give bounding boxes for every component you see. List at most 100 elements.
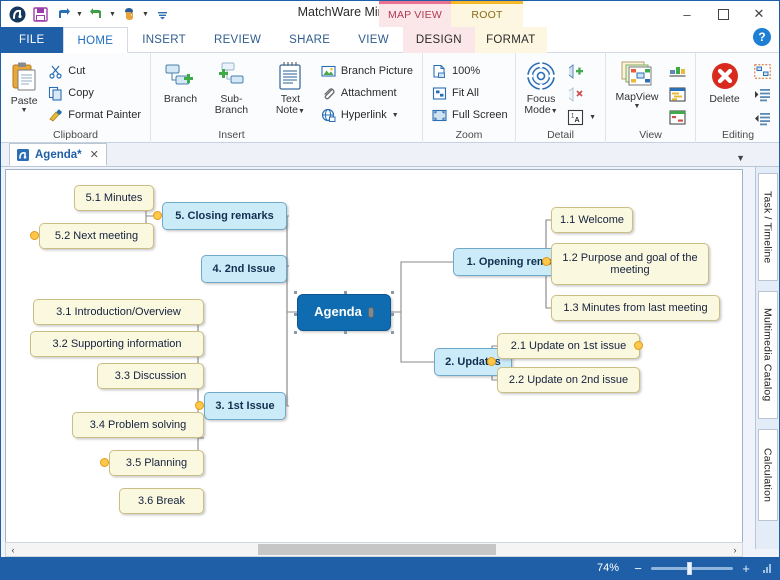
select-mode-dropdown-icon[interactable]: ▼: [141, 3, 150, 25]
tab-format[interactable]: FORMAT: [474, 27, 547, 53]
undo-icon[interactable]: [52, 3, 74, 25]
numbering-dropdown-icon[interactable]: ▼: [589, 114, 596, 121]
tab-share[interactable]: SHARE: [275, 27, 344, 53]
timeline-view-button[interactable]: [666, 107, 689, 127]
right-side-panel-strip: Task / Timeline Multimedia Catalog Calcu…: [755, 167, 779, 549]
subbranch-label: 5.2 Next meeting: [54, 229, 139, 242]
indent-button[interactable]: [751, 85, 774, 105]
tab-insert[interactable]: INSERT: [128, 27, 200, 53]
document-tab-close-icon[interactable]: ✕: [90, 148, 99, 161]
mindmap-subbranch-1-2[interactable]: 1.2 Purpose and goal of the meeting: [551, 243, 709, 285]
status-bar: 74% − +: [1, 557, 779, 579]
mindview-application-window: ▼ ▼ ▼ MatchWare MAP VIEW ROOT – ✕ FILE H…: [0, 0, 780, 580]
zoom-slider-thumb[interactable]: [687, 561, 692, 575]
mindmap-subbranch-3-2[interactable]: 3.2 Supporting information: [30, 331, 204, 357]
cut-button[interactable]: Cut: [45, 61, 144, 81]
zoom-slider[interactable]: [651, 561, 733, 575]
save-icon[interactable]: [29, 3, 51, 25]
resize-grip-icon[interactable]: [763, 563, 771, 573]
outdent-button[interactable]: [751, 109, 774, 129]
customize-qat-icon[interactable]: [151, 3, 173, 25]
numbering-icon: 1 A: [567, 109, 584, 126]
mindmap-subbranch-3-5[interactable]: 3.5 Planning: [109, 450, 204, 476]
scroll-left-icon[interactable]: ‹: [6, 543, 20, 556]
scroll-right-icon[interactable]: ›: [728, 543, 742, 556]
minimize-button[interactable]: –: [669, 2, 705, 26]
zoom-100-button[interactable]: 100%: [429, 61, 511, 81]
outdent-icon: [754, 112, 771, 126]
select-all-button[interactable]: [751, 61, 774, 81]
side-panel-label: Calculation: [761, 447, 774, 503]
hyperlink-dropdown-icon[interactable]: ▼: [392, 112, 399, 119]
remove-detail-icon: [567, 86, 584, 103]
undo-dropdown-icon[interactable]: ▼: [75, 3, 84, 25]
mindmap-branch-1st-issue[interactable]: 3. 1st Issue: [204, 392, 286, 420]
branch-picture-icon: [321, 64, 336, 79]
close-button[interactable]: ✕: [741, 2, 777, 26]
focus-mode-dropdown-icon[interactable]: ▼: [551, 108, 558, 115]
tab-home[interactable]: HOME: [62, 27, 129, 53]
hyperlink-icon: [321, 108, 336, 123]
app-logo-icon[interactable]: [6, 3, 28, 25]
hyperlink-button[interactable]: Hyperlink ▼: [318, 105, 416, 125]
select-mode-icon[interactable]: [118, 3, 140, 25]
tab-design[interactable]: DESIGN: [402, 27, 475, 53]
mindmap-subbranch-1-1[interactable]: 1.1 Welcome: [551, 207, 633, 233]
mindmap-subbranch-5-2[interactable]: 5.2 Next meeting: [39, 223, 154, 249]
format-painter-button[interactable]: Format Painter: [45, 105, 144, 125]
tab-list-chevron-icon[interactable]: ▼: [736, 153, 745, 163]
mindmap-branch-closing-remarks[interactable]: 5. Closing remarks: [162, 202, 287, 230]
horizontal-scroll-thumb[interactable]: [258, 544, 496, 555]
text-note-dropdown-icon[interactable]: ▼: [298, 108, 305, 115]
redo-dropdown-icon[interactable]: ▼: [108, 3, 117, 25]
redo-icon[interactable]: [85, 3, 107, 25]
add-detail-button[interactable]: [564, 61, 599, 81]
canvas-horizontal-scrollbar[interactable]: ‹ ›: [5, 542, 743, 557]
mindmap-subbranch-3-6[interactable]: 3.6 Break: [119, 488, 204, 514]
tab-view[interactable]: VIEW: [344, 27, 403, 53]
gantt-view-button[interactable]: [666, 84, 689, 104]
mindmap-canvas[interactable]: Agenda 1. Opening remarks 2. Updates 3. …: [6, 170, 726, 530]
help-button[interactable]: ?: [753, 28, 771, 46]
attachment-label: Attachment: [340, 87, 397, 99]
collapse-dot-closing-remarks[interactable]: [153, 211, 162, 220]
maximize-button[interactable]: [705, 2, 741, 26]
collapse-dot-2-1[interactable]: [634, 341, 643, 350]
collapse-dot-1st-issue[interactable]: [195, 401, 204, 410]
zoom-out-button[interactable]: −: [632, 561, 644, 576]
mindmap-branch-2nd-issue[interactable]: 4. 2nd Issue: [201, 255, 287, 283]
collapse-dot-5-2[interactable]: [30, 231, 39, 240]
mindmap-subbranch-5-1[interactable]: 5.1 Minutes: [74, 185, 154, 211]
remove-detail-button[interactable]: [564, 84, 599, 104]
mindmap-subbranch-3-4[interactable]: 3.4 Problem solving: [72, 412, 204, 438]
full-screen-button[interactable]: Full Screen: [429, 105, 511, 125]
mindmap-subbranch-2-2[interactable]: 2.2 Update on 2nd issue: [497, 367, 640, 393]
mindmap-subbranch-3-1[interactable]: 3.1 Introduction/Overview: [33, 299, 204, 325]
document-tab-agenda[interactable]: Agenda* ✕: [9, 143, 107, 166]
branch-picture-button[interactable]: Branch Picture: [318, 61, 416, 81]
side-panel-label: Task / Timeline: [761, 190, 774, 264]
tab-file[interactable]: FILE: [1, 27, 63, 53]
outline-view-button[interactable]: [666, 61, 689, 81]
mapview-dropdown-icon[interactable]: ▼: [634, 103, 641, 110]
numbering-button[interactable]: 1 A ▼: [564, 107, 599, 127]
paste-dropdown-icon[interactable]: ▼: [21, 107, 28, 114]
mindmap-subbranch-1-3[interactable]: 1.3 Minutes from last meeting: [551, 295, 720, 321]
mindmap-root-node[interactable]: Agenda: [294, 291, 394, 334]
side-panel-task-timeline[interactable]: Task / Timeline: [757, 173, 778, 281]
zoom-in-button[interactable]: +: [740, 561, 752, 576]
collapse-dot-opening-remarks[interactable]: [542, 257, 551, 266]
text-note-label-line2: Note: [275, 104, 298, 116]
mindmap-subbranch-2-1[interactable]: 2.1 Update on 1st issue: [497, 333, 640, 359]
side-panel-multimedia-catalog[interactable]: Multimedia Catalog: [757, 291, 778, 419]
fit-all-button[interactable]: Fit All: [429, 83, 511, 103]
mindmap-subbranch-3-3[interactable]: 3.3 Discussion: [97, 363, 204, 389]
copy-button[interactable]: Copy: [45, 83, 144, 103]
root-attachment-indicator-icon[interactable]: [367, 307, 374, 318]
collapse-dot-3-5[interactable]: [100, 458, 109, 467]
side-panel-calculation[interactable]: Calculation: [757, 429, 778, 521]
tab-review[interactable]: REVIEW: [200, 27, 275, 53]
collapse-dot-updates[interactable]: [487, 357, 496, 366]
mindmap-canvas-scroll-area[interactable]: Agenda 1. Opening remarks 2. Updates 3. …: [5, 169, 743, 547]
attachment-button[interactable]: Attachment: [318, 83, 416, 103]
